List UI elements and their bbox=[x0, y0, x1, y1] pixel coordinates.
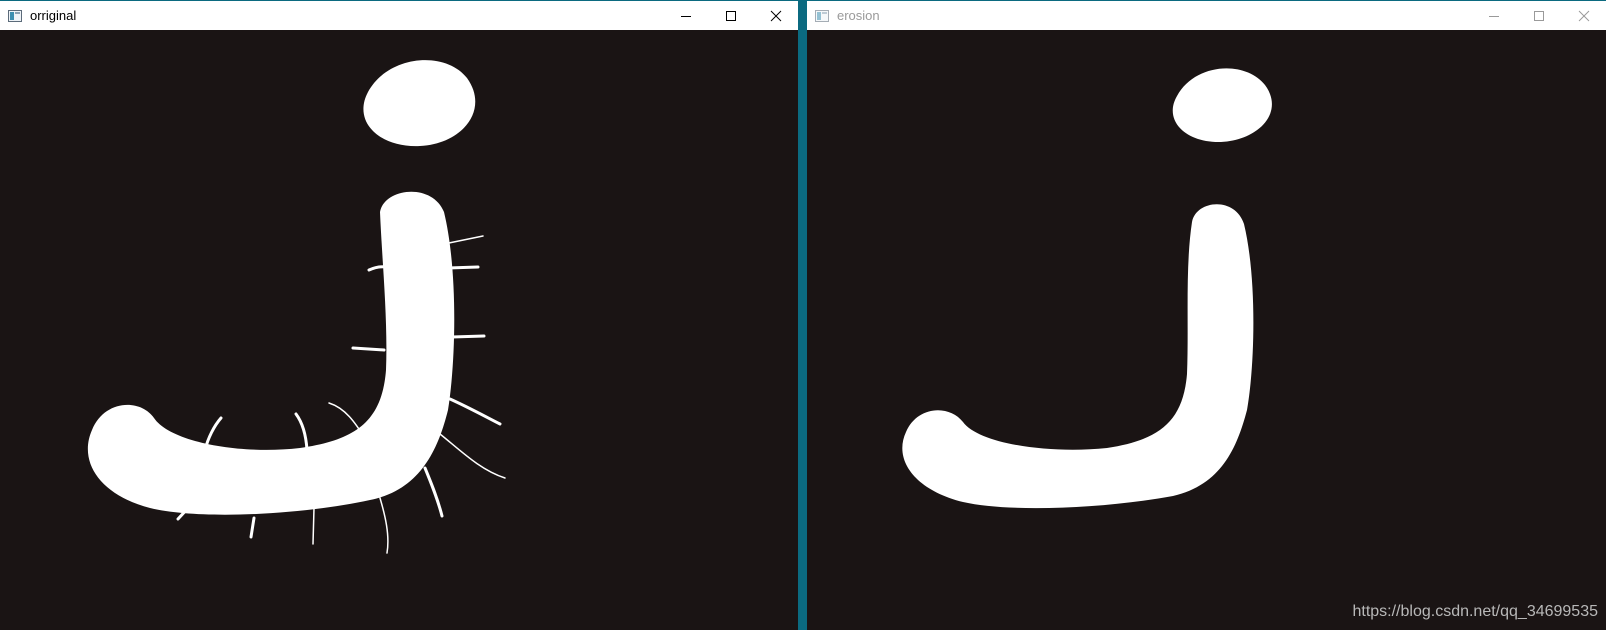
maximize-button[interactable] bbox=[708, 1, 753, 31]
maximize-icon bbox=[1533, 10, 1544, 21]
minimize-icon bbox=[1488, 15, 1499, 17]
app-icon[interactable] bbox=[815, 9, 829, 22]
minimize-button[interactable] bbox=[1471, 1, 1516, 31]
image-original bbox=[0, 30, 798, 630]
window-controls bbox=[663, 1, 798, 31]
letter-j-original bbox=[0, 30, 798, 630]
window-original: orriginal bbox=[0, 0, 798, 630]
close-icon bbox=[1578, 10, 1589, 21]
letter-j-eroded bbox=[807, 30, 1606, 630]
maximize-button[interactable] bbox=[1516, 1, 1561, 31]
maximize-icon bbox=[725, 10, 736, 21]
watermark-url: https://blog.csdn.net/qq_34699535 bbox=[1352, 603, 1598, 620]
window-title: erosion bbox=[837, 8, 880, 23]
minimize-button[interactable] bbox=[663, 1, 708, 31]
minimize-icon bbox=[680, 15, 691, 17]
window-controls bbox=[1471, 1, 1606, 31]
image-erosion bbox=[807, 30, 1606, 630]
close-button[interactable] bbox=[1561, 1, 1606, 31]
window-title: orriginal bbox=[30, 8, 77, 23]
titlebar-erosion[interactable]: erosion bbox=[807, 0, 1606, 30]
window-erosion: erosion https://blog.csdn.net/qq_3469953… bbox=[807, 0, 1606, 630]
app-icon[interactable] bbox=[8, 9, 22, 22]
titlebar-original[interactable]: orriginal bbox=[0, 0, 798, 30]
close-icon bbox=[770, 10, 781, 21]
close-button[interactable] bbox=[753, 1, 798, 31]
